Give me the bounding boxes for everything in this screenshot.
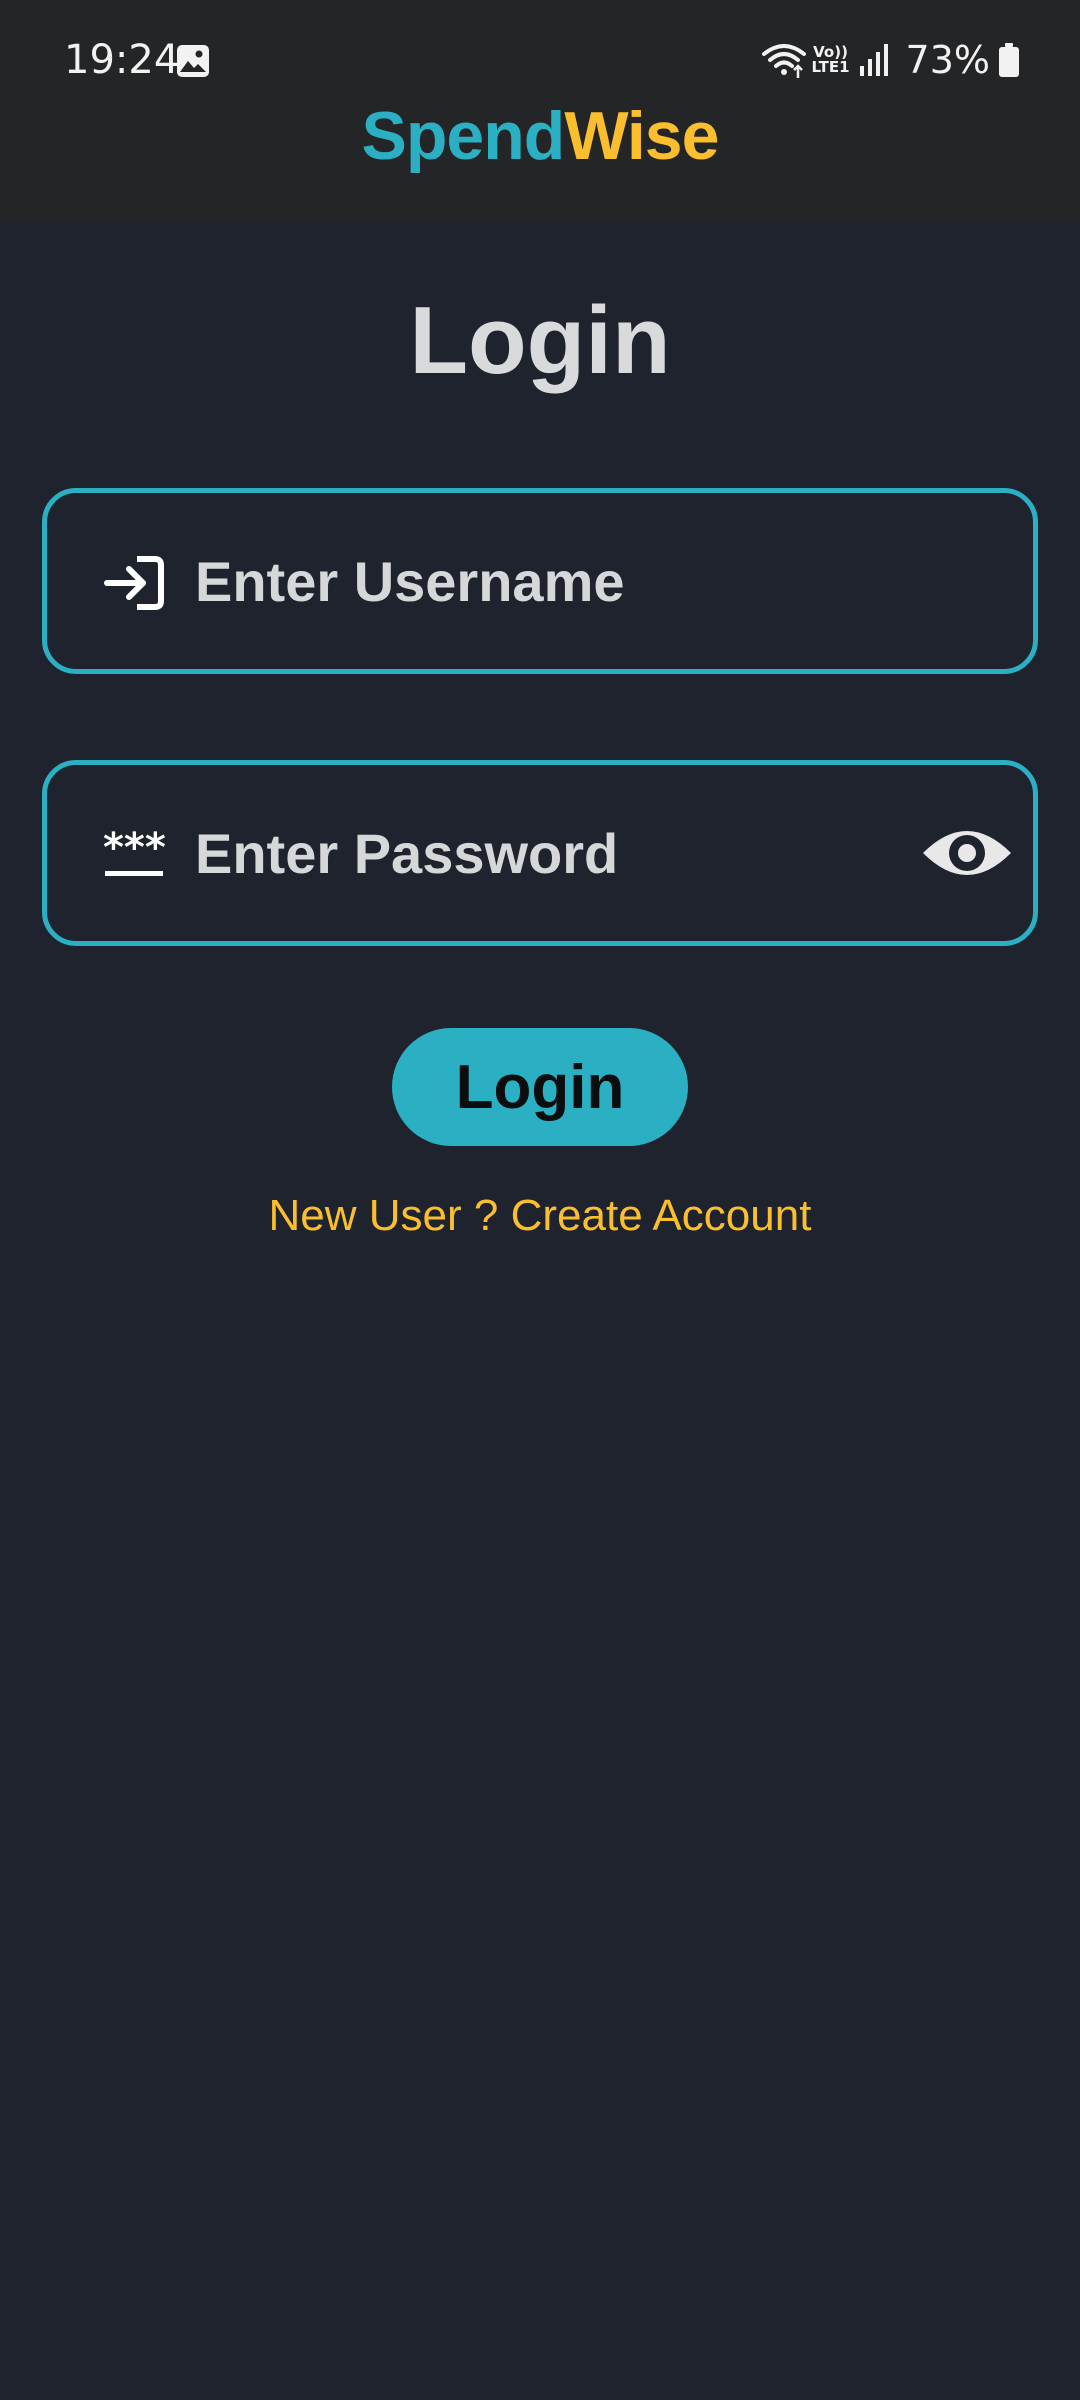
- username-field[interactable]: [42, 488, 1038, 674]
- login-button[interactable]: Login: [392, 1028, 688, 1146]
- eye-icon[interactable]: [921, 817, 1013, 889]
- network-type-label: Vo)) LTE1: [812, 45, 850, 75]
- app-header: 19:24 Vo)) LTE1 73% SpendWise: [0, 0, 1080, 222]
- password-icon: ***: [103, 825, 166, 883]
- status-time: 19:24: [64, 37, 180, 83]
- brand-name-part1: Spend: [361, 98, 566, 174]
- username-input[interactable]: [195, 533, 935, 629]
- app-logo: SpendWise: [0, 96, 1080, 176]
- wifi-icon: [760, 40, 808, 80]
- status-icons: Vo)) LTE1 73%: [760, 36, 1020, 84]
- network-label-bottom: LTE1: [811, 58, 850, 76]
- password-field[interactable]: ***: [42, 760, 1038, 946]
- login-arrow-icon: [103, 555, 165, 611]
- brand-name-part2: Wise: [564, 98, 719, 174]
- battery-icon: [998, 42, 1020, 78]
- create-account-link[interactable]: New User ? Create Account: [0, 1188, 1080, 1244]
- svg-text:***: ***: [103, 827, 165, 871]
- password-input[interactable]: [195, 805, 875, 901]
- battery-percent: 73%: [905, 38, 990, 82]
- signal-icon: [858, 42, 892, 78]
- gallery-icon: [176, 44, 210, 78]
- page-title: Login: [409, 287, 671, 394]
